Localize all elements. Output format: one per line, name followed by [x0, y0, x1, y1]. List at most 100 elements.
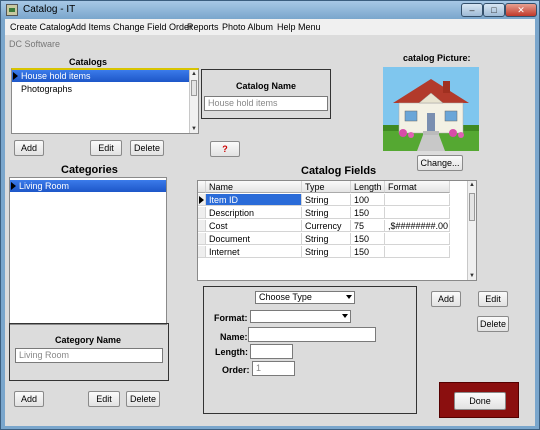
field-order-input[interactable]: 1	[252, 361, 295, 376]
catalog-edit-button[interactable]: Edit	[90, 140, 122, 156]
column-header-length[interactable]: Length	[351, 181, 385, 193]
category-add-button[interactable]: Add	[14, 391, 44, 407]
category-name-group: Category Name Living Room	[9, 323, 169, 381]
field-editor-group: Choose Type Format: Name: Length: Order:…	[203, 286, 417, 414]
category-edit-button[interactable]: Edit	[88, 391, 120, 407]
catalog-name-label: Catalog Name	[236, 81, 297, 91]
window-title: Catalog - IT	[23, 4, 76, 15]
list-item[interactable]: House hold items	[12, 70, 190, 82]
table-cell[interactable]	[385, 233, 450, 245]
field-edit-button[interactable]: Edit	[478, 291, 508, 307]
row-selector[interactable]	[198, 246, 206, 258]
table-cell[interactable]	[385, 194, 450, 206]
catalog-item-label: House hold items	[21, 71, 91, 81]
list-item[interactable]: Living Room	[10, 180, 166, 192]
close-button[interactable]: ✕	[505, 3, 537, 17]
category-name-label: Category Name	[55, 335, 122, 345]
list-item[interactable]: Photographs	[12, 83, 190, 95]
scroll-up-icon[interactable]: ▲	[190, 70, 198, 78]
scroll-up-icon[interactable]: ▲	[468, 181, 476, 189]
table-cell[interactable]	[385, 207, 450, 219]
catalog-picture-label: catalog Picture:	[403, 53, 471, 63]
type-select-value: Choose Type	[259, 292, 312, 302]
table-cell[interactable]: 75	[351, 220, 385, 232]
category-delete-button[interactable]: Delete	[126, 391, 160, 407]
format-label: Format:	[214, 313, 248, 323]
scroll-thumb[interactable]	[469, 193, 475, 221]
table-cell[interactable]: String	[302, 246, 351, 258]
minimize-button[interactable]: –	[461, 3, 483, 17]
row-selector[interactable]	[198, 207, 206, 219]
field-delete-button[interactable]: Delete	[477, 316, 509, 332]
row-selector[interactable]	[198, 194, 206, 206]
row-selector[interactable]	[198, 233, 206, 245]
done-button[interactable]: Done	[454, 392, 506, 410]
catalog-picture	[383, 67, 479, 151]
menu-bar: Create Catalog Add Items Change Field Or…	[5, 19, 535, 35]
table-cell[interactable]: 150	[351, 207, 385, 219]
scroll-down-icon[interactable]: ▼	[190, 125, 198, 133]
table-cell[interactable]	[385, 246, 450, 258]
format-select[interactable]	[250, 310, 351, 323]
company-label: DC Software	[9, 39, 61, 49]
table-cell[interactable]: String	[302, 233, 351, 245]
order-label: Order:	[222, 365, 250, 375]
catalog-item-label: Photographs	[21, 84, 73, 94]
row-selector[interactable]	[198, 220, 206, 232]
grid-corner	[198, 181, 206, 193]
table-cell[interactable]: 150	[351, 233, 385, 245]
field-name-input[interactable]	[248, 327, 376, 342]
catalogs-heading: Catalogs	[69, 57, 108, 67]
category-item-label: Living Room	[19, 181, 70, 191]
categories-heading: Categories	[61, 164, 118, 176]
menu-reports[interactable]: Reports	[187, 22, 219, 32]
table-cell[interactable]: 150	[351, 246, 385, 258]
field-length-input[interactable]	[250, 344, 293, 359]
app-window: Catalog - IT – □ ✕ Create Catalog Add It…	[0, 0, 540, 430]
column-header-name[interactable]: Name	[206, 181, 302, 193]
table-cell[interactable]: 100	[351, 194, 385, 206]
catalogs-list[interactable]: House hold items Photographs ▲ ▼	[11, 68, 199, 134]
table-cell[interactable]: ,$########.00	[385, 220, 450, 232]
scroll-down-icon[interactable]: ▼	[468, 272, 476, 280]
maximize-button[interactable]: □	[483, 3, 505, 17]
chevron-down-icon	[342, 314, 348, 318]
row-selector-icon	[11, 182, 16, 190]
menu-create-catalog[interactable]: Create Catalog	[10, 22, 71, 32]
type-select[interactable]: Choose Type	[255, 291, 355, 304]
menu-add-items[interactable]: Add Items	[70, 22, 111, 32]
change-picture-button[interactable]: Change...	[417, 155, 463, 171]
categories-list[interactable]: Living Room	[9, 177, 167, 325]
column-header-type[interactable]: Type	[302, 181, 351, 193]
table-cell[interactable]: String	[302, 207, 351, 219]
fields-scrollbar[interactable]: ▲ ▼	[467, 181, 476, 280]
catalog-name-field[interactable]: House hold items	[204, 96, 328, 111]
help-button[interactable]: ?	[210, 141, 240, 157]
main-panel: DC Software Catalogs House hold items Ph…	[5, 35, 535, 426]
app-icon	[6, 4, 18, 16]
menu-change-field-order[interactable]: Change Field Order	[113, 22, 192, 32]
catalog-fields-grid[interactable]: Name Type Length Format Item ID String 1…	[197, 180, 477, 281]
table-cell[interactable]: Document	[206, 233, 302, 245]
scroll-thumb[interactable]	[191, 80, 197, 96]
category-name-field[interactable]: Living Room	[15, 348, 163, 363]
row-selector-icon	[13, 72, 18, 80]
done-frame: Done	[439, 382, 519, 418]
catalog-delete-button[interactable]: Delete	[130, 140, 164, 156]
name-label: Name:	[220, 332, 248, 342]
table-cell[interactable]: Description	[206, 207, 302, 219]
row-selector-icon	[199, 196, 204, 204]
table-cell[interactable]: String	[302, 194, 351, 206]
menu-photo-album[interactable]: Photo Album	[222, 22, 273, 32]
menu-help[interactable]: Help Menu	[277, 22, 321, 32]
column-header-format[interactable]: Format	[385, 181, 450, 193]
table-cell[interactable]: Cost	[206, 220, 302, 232]
table-cell[interactable]: Item ID	[206, 194, 302, 206]
table-cell[interactable]: Currency	[302, 220, 351, 232]
chevron-down-icon	[346, 295, 352, 299]
title-bar[interactable]: Catalog - IT – □ ✕	[1, 1, 539, 19]
catalogs-scrollbar[interactable]: ▲ ▼	[189, 70, 198, 133]
field-add-button[interactable]: Add	[431, 291, 461, 307]
table-cell[interactable]: Internet	[206, 246, 302, 258]
catalog-add-button[interactable]: Add	[14, 140, 44, 156]
